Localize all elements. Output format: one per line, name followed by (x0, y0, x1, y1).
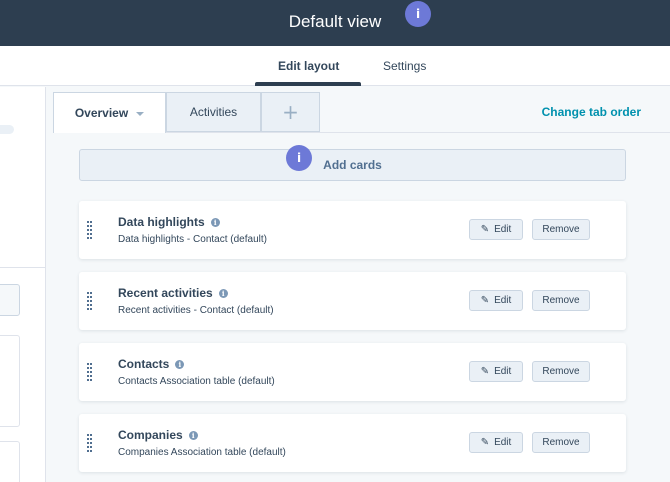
tab-edit-layout[interactable]: Edit layout (278, 59, 339, 73)
remove-button[interactable]: Remove (532, 432, 590, 453)
chevron-down-icon[interactable] (136, 111, 145, 116)
drag-handle-icon[interactable] (87, 221, 92, 239)
edit-label: Edit (494, 295, 512, 306)
remove-button[interactable]: Remove (532, 361, 590, 382)
card-title: Recent activities i (118, 286, 228, 300)
pencil-icon: ✎ (480, 224, 490, 235)
card-title-text: Contacts (118, 357, 170, 371)
card-subtitle: Companies Association table (default) (118, 447, 286, 458)
card-recent-activities: Recent activities i Recent activities - … (79, 272, 626, 330)
left-panel (0, 87, 46, 482)
info-icon[interactable]: i (188, 430, 198, 440)
tab-overview[interactable]: Overview (53, 92, 166, 133)
card-contacts: Contacts i Contacts Association table (d… (79, 343, 626, 401)
remove-button[interactable]: Remove (532, 219, 590, 240)
edit-button[interactable]: ✎ Edit (469, 432, 523, 453)
card-subtitle: Data highlights - Contact (default) (118, 234, 267, 245)
edit-label: Edit (494, 224, 512, 235)
card-title: Data highlights i (118, 215, 220, 229)
edit-button[interactable]: ✎ Edit (469, 290, 523, 311)
edit-label: Edit (494, 437, 512, 448)
card-companies: Companies i Companies Association table … (79, 414, 626, 472)
nav-tabbar: Edit layout Settings (0, 46, 670, 86)
left-panel-card (0, 441, 20, 482)
card-title: Contacts i (118, 357, 185, 371)
add-cards-button[interactable]: Add cards (79, 149, 626, 181)
add-tab-button[interactable]: + (261, 92, 320, 132)
page-title: Default view (288, 12, 382, 31)
drag-handle-icon[interactable] (87, 292, 92, 310)
pencil-icon: ✎ (480, 295, 490, 306)
pencil-icon: ✎ (480, 437, 490, 448)
active-tab-indicator (255, 82, 361, 86)
edit-button[interactable]: ✎ Edit (469, 219, 523, 240)
left-panel-card (0, 335, 20, 427)
add-cards-label: Add cards (323, 158, 382, 172)
card-title-text: Data highlights (118, 215, 205, 229)
pencil-icon: ✎ (480, 366, 490, 377)
card-title-text: Recent activities (118, 286, 213, 300)
tab-overview-label: Overview (74, 106, 129, 120)
info-icon[interactable]: i (210, 217, 220, 227)
main-content: Overview Activities + Change tab order A… (47, 87, 670, 482)
card-subtitle: Contacts Association table (default) (118, 376, 275, 387)
drag-handle-icon[interactable] (87, 363, 92, 381)
drag-handle-icon[interactable] (87, 434, 92, 452)
tabs-divider (166, 132, 670, 133)
tab-activities[interactable]: Activities (166, 92, 261, 132)
info-icon[interactable]: i (175, 359, 185, 369)
card-title-text: Companies (118, 428, 183, 442)
card-data-highlights: Data highlights i Data highlights - Cont… (79, 201, 626, 259)
edit-label: Edit (494, 366, 512, 377)
change-tab-order-link[interactable]: Change tab order (542, 105, 641, 119)
info-badge-icon[interactable]: i (286, 145, 312, 171)
left-panel-pill (0, 125, 14, 134)
left-panel-divider (0, 267, 45, 268)
left-panel-box[interactable] (0, 284, 20, 316)
tab-settings[interactable]: Settings (383, 59, 426, 73)
info-badge-icon[interactable]: i (405, 1, 431, 27)
edit-button[interactable]: ✎ Edit (469, 361, 523, 382)
card-title: Companies i (118, 428, 198, 442)
remove-button[interactable]: Remove (532, 290, 590, 311)
header-bar: Default view i (0, 0, 670, 46)
card-subtitle: Recent activities - Contact (default) (118, 305, 274, 316)
info-icon[interactable]: i (218, 288, 228, 298)
